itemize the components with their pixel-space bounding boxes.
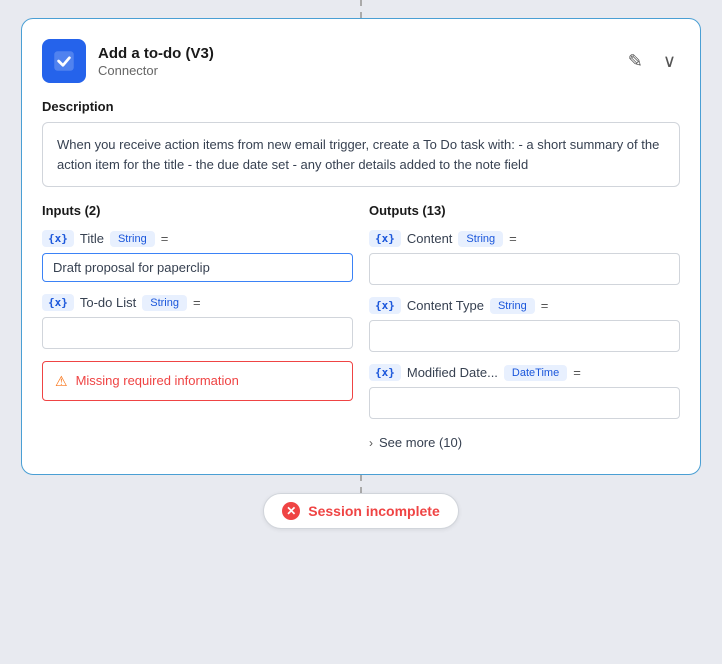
card-title-group: Add a to-do (V3) Connector — [98, 45, 214, 78]
error-triangle-icon: ⚠ — [55, 373, 68, 390]
todo-badge: {x} — [42, 294, 74, 311]
title-type-tag: String — [110, 231, 155, 247]
see-more-chevron-icon: › — [369, 436, 373, 450]
card-title: Add a to-do (V3) — [98, 45, 214, 62]
todo-field-row: {x} To-do List String = — [42, 294, 353, 311]
action-card: Add a to-do (V3) Connector ✎ ∨ Descripti… — [21, 18, 701, 475]
session-badge: ✕ Session incomplete — [263, 493, 458, 529]
see-more-button[interactable]: › See more (10) — [369, 431, 680, 454]
todo-equals: = — [193, 295, 201, 310]
modified-date-field-name: Modified Date... — [407, 365, 498, 380]
content-type-equals: = — [541, 298, 549, 313]
card-header-left: Add a to-do (V3) Connector — [42, 39, 214, 83]
collapse-button[interactable]: ∨ — [659, 47, 680, 76]
inputs-column: Inputs (2) {x} Title String = {x} To-do … — [42, 203, 353, 454]
inputs-label: Inputs (2) — [42, 203, 353, 218]
session-label: Session incomplete — [308, 503, 439, 519]
title-field-row: {x} Title String = — [42, 230, 353, 247]
modified-date-input[interactable] — [369, 387, 680, 419]
columns: Inputs (2) {x} Title String = {x} To-do … — [42, 203, 680, 454]
title-badge: {x} — [42, 230, 74, 247]
session-x-icon: ✕ — [286, 504, 296, 518]
title-equals: = — [161, 231, 169, 246]
content-type-type-tag: String — [490, 298, 535, 314]
modified-date-type-tag: DateTime — [504, 365, 567, 381]
modified-date-field-row: {x} Modified Date... DateTime = — [369, 364, 680, 381]
modified-date-equals: = — [573, 365, 581, 380]
todo-field-name: To-do List — [80, 295, 136, 310]
outputs-column: Outputs (13) {x} Content String = {x} Co… — [369, 203, 680, 454]
content-equals: = — [509, 231, 517, 246]
card-subtitle: Connector — [98, 63, 214, 78]
top-connector-line — [360, 0, 362, 18]
app-icon — [42, 39, 86, 83]
outputs-label: Outputs (13) — [369, 203, 680, 218]
session-error-icon: ✕ — [282, 502, 300, 520]
content-input[interactable] — [369, 253, 680, 285]
todo-input[interactable] — [42, 317, 353, 349]
see-more-label: See more (10) — [379, 435, 462, 450]
bottom-connector-line — [360, 475, 362, 493]
content-type-badge: {x} — [369, 297, 401, 314]
content-type-tag: String — [458, 231, 503, 247]
title-field-name: Title — [80, 231, 104, 246]
edit-icon: ✎ — [628, 51, 643, 71]
content-type-field-name: Content Type — [407, 298, 484, 313]
content-field-row: {x} Content String = — [369, 230, 680, 247]
content-type-input[interactable] — [369, 320, 680, 352]
content-field-name: Content — [407, 231, 453, 246]
page-wrapper: Add a to-do (V3) Connector ✎ ∨ Descripti… — [0, 0, 722, 664]
content-badge: {x} — [369, 230, 401, 247]
todo-type-tag: String — [142, 295, 187, 311]
chevron-down-icon: ∨ — [663, 51, 676, 71]
card-header: Add a to-do (V3) Connector ✎ ∨ — [42, 39, 680, 83]
content-type-field-row: {x} Content Type String = — [369, 297, 680, 314]
card-actions: ✎ ∨ — [624, 47, 680, 76]
edit-button[interactable]: ✎ — [624, 47, 647, 76]
error-message: Missing required information — [76, 372, 239, 390]
title-input[interactable] — [42, 253, 353, 282]
description-box: When you receive action items from new e… — [42, 122, 680, 187]
error-box: ⚠ Missing required information — [42, 361, 353, 401]
modified-date-badge: {x} — [369, 364, 401, 381]
description-label: Description — [42, 99, 680, 114]
